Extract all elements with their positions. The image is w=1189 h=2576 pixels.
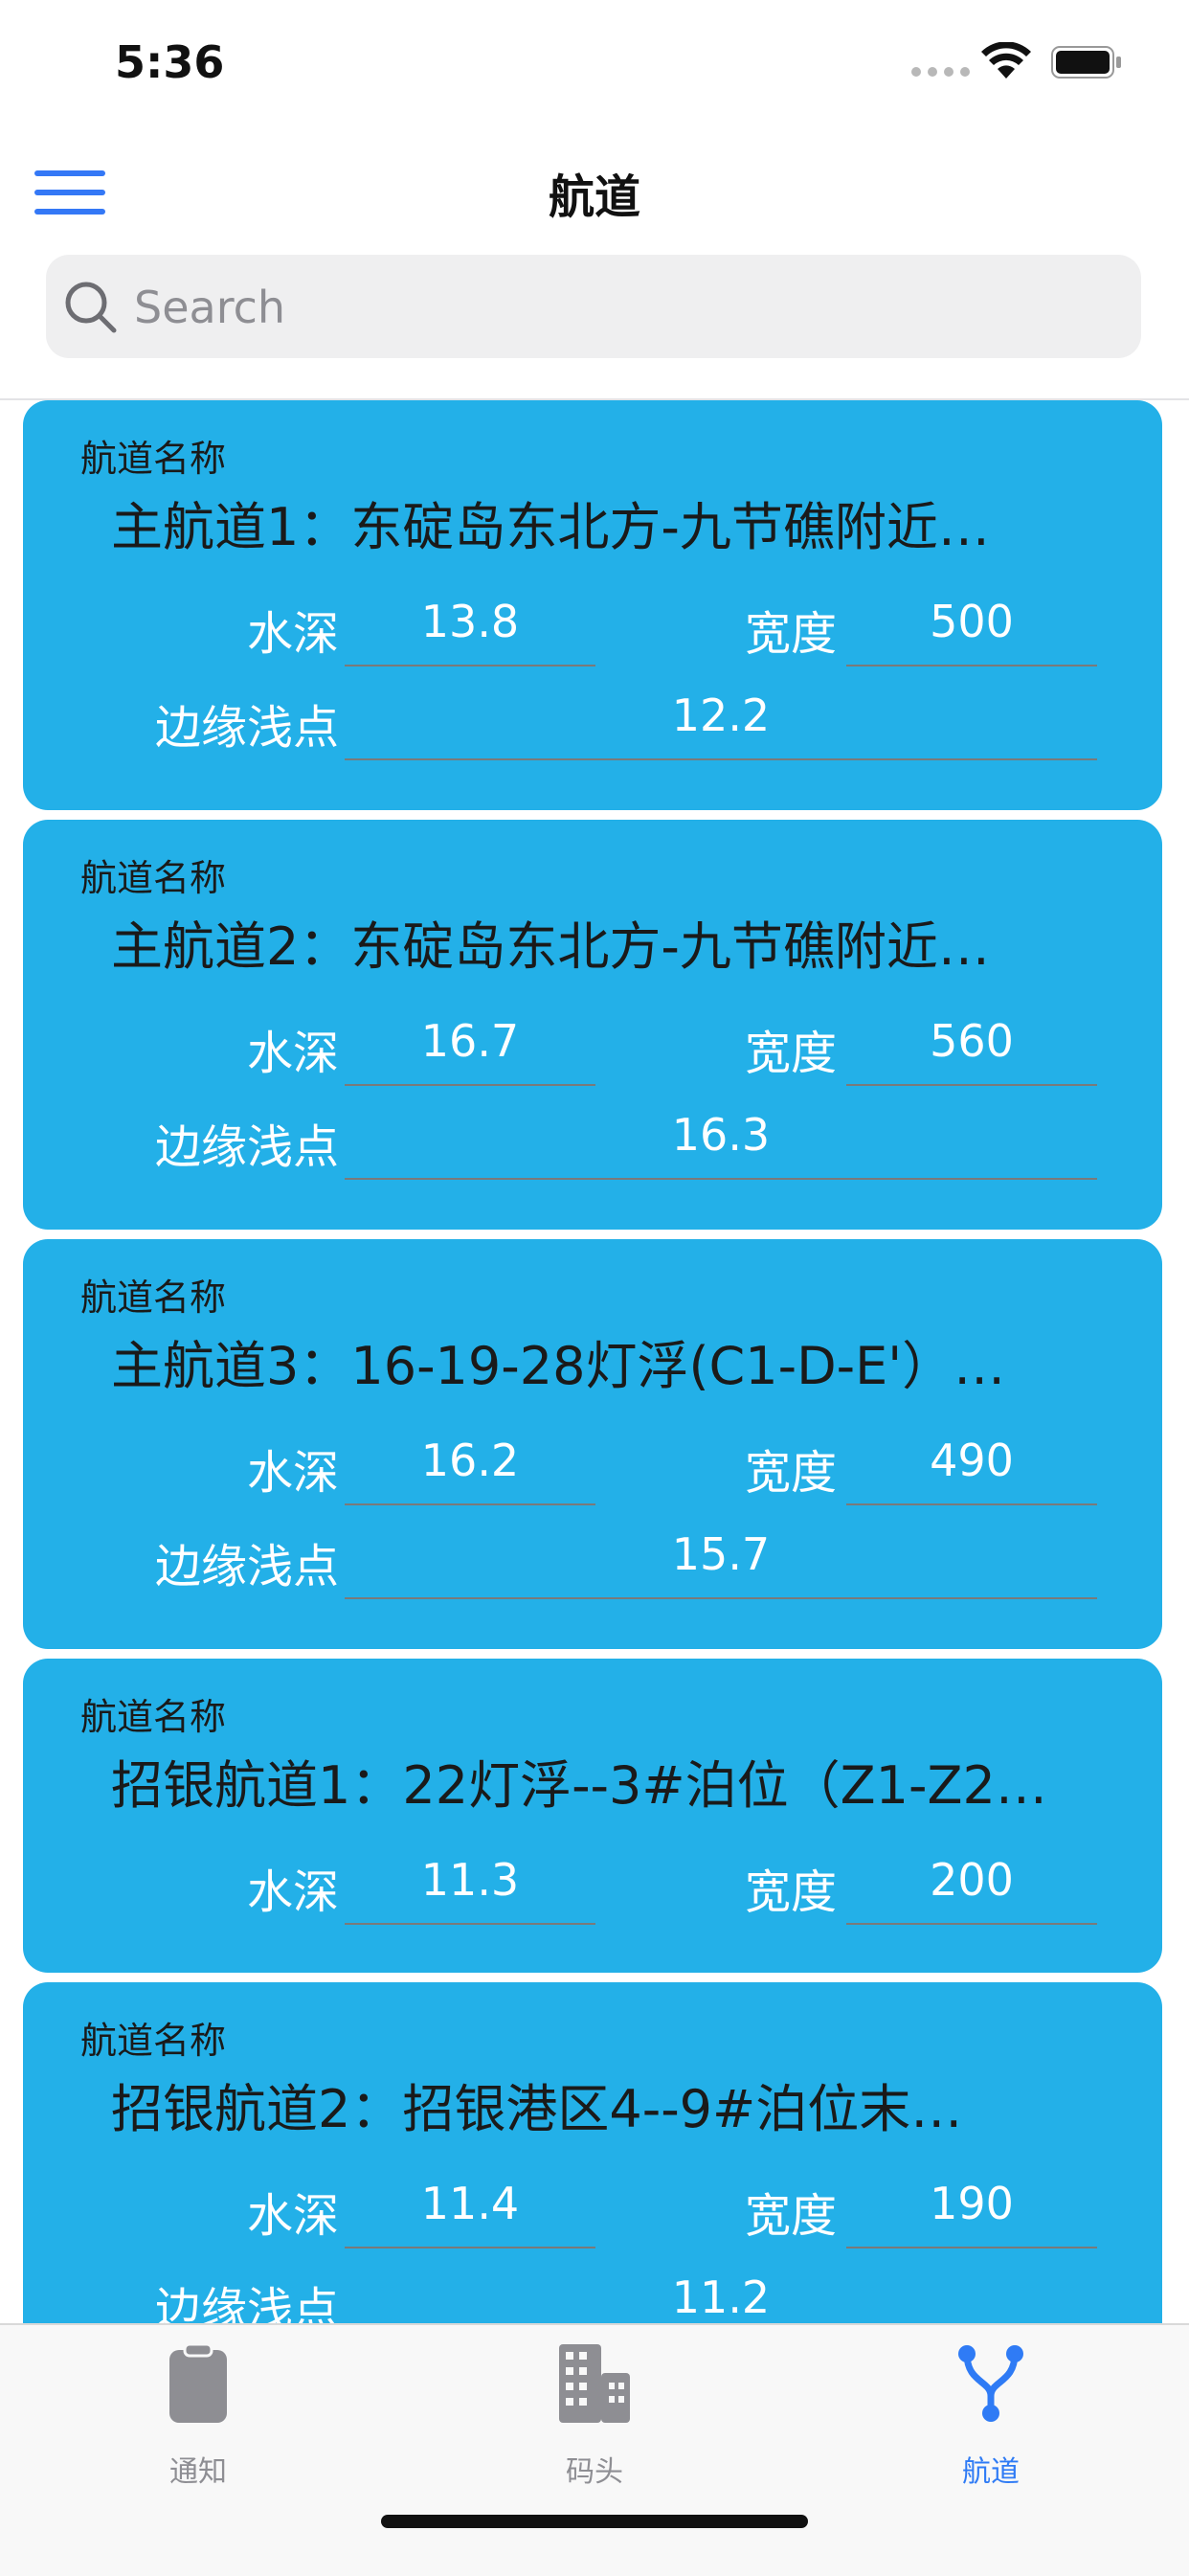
channel-name-label: 航道名称 (80, 438, 227, 480)
channel-name: 招银航道2：招银港区4--9#泊位末… (111, 2079, 963, 2139)
tab-label: 码头 (566, 2455, 623, 2489)
channel-name-label: 航道名称 (80, 1277, 227, 1319)
channel-fork-icon (958, 2345, 1023, 2422)
channel-name: 主航道1：东碇岛东北方-九节礁附近… (111, 497, 990, 557)
depth-value: 11.3 (345, 1854, 595, 1925)
channel-card[interactable]: 航道名称 主航道3：16-19-28灯浮(C1-D-E'）… 水深 16.2 宽… (23, 1239, 1162, 1649)
edge-shallow-value: 15.7 (345, 1528, 1097, 1599)
home-indicator (381, 2515, 808, 2528)
depth-value: 13.8 (345, 596, 595, 667)
tab-label: 通知 (169, 2455, 227, 2489)
depth-label: 水深 (246, 1446, 339, 1500)
channel-name-label: 航道名称 (80, 857, 227, 899)
width-label: 宽度 (744, 1865, 837, 1919)
status-bar: 5:36 (0, 0, 1189, 126)
search-icon (65, 282, 117, 333)
channel-card[interactable]: 航道名称 招银航道1：22灯浮--3#泊位（Z1-Z2… 水深 11.3 宽度 … (23, 1659, 1162, 1973)
channel-name-label: 航道名称 (80, 1696, 227, 1738)
edge-shallow-label: 边缘浅点 (154, 1540, 339, 1593)
edge-shallow-value: 16.3 (345, 1109, 1097, 1180)
depth-label: 水深 (246, 1865, 339, 1919)
width-value: 190 (846, 2178, 1097, 2248)
width-value: 500 (846, 596, 1097, 667)
width-value: 200 (846, 1854, 1097, 1925)
tab-bar: 通知 码头 航道 (0, 2323, 1189, 2576)
depth-value: 16.7 (345, 1015, 595, 1086)
channel-card[interactable]: 航道名称 主航道2：东碇岛东北方-九节礁附近… 水深 16.7 宽度 560 边… (23, 820, 1162, 1230)
width-label: 宽度 (744, 1027, 837, 1080)
width-value: 560 (846, 1015, 1097, 1086)
tab-docks[interactable]: 码头 (396, 2335, 793, 2489)
navigation-bar: 航道 (0, 144, 1189, 239)
clipboard-icon (169, 2342, 227, 2423)
edge-shallow-value: 12.2 (345, 689, 1097, 760)
channel-name: 招银航道1：22灯浮--3#泊位（Z1-Z2… (111, 1755, 1047, 1816)
depth-label: 水深 (246, 607, 339, 661)
status-time: 5:36 (115, 36, 225, 88)
wifi-icon (981, 42, 1031, 79)
edge-shallow-value: 11.2 (345, 2271, 1097, 2323)
depth-label: 水深 (246, 1027, 339, 1080)
building-icon (559, 2344, 630, 2423)
page-title: 航道 (548, 170, 640, 224)
edge-shallow-label: 边缘浅点 (154, 1120, 339, 1174)
cellular-signal-icon (911, 67, 971, 79)
search-bar[interactable] (46, 255, 1141, 358)
edge-shallow-label: 边缘浅点 (154, 2283, 339, 2323)
width-label: 宽度 (744, 2189, 837, 2243)
width-label: 宽度 (744, 1446, 837, 1500)
tab-channels[interactable]: 航道 (793, 2335, 1189, 2489)
width-label: 宽度 (744, 607, 837, 661)
channel-name: 主航道2：东碇岛东北方-九节礁附近… (111, 916, 990, 977)
width-value: 490 (846, 1435, 1097, 1505)
depth-value: 11.4 (345, 2178, 595, 2248)
depth-label: 水深 (246, 2189, 339, 2243)
channel-card[interactable]: 航道名称 主航道1：东碇岛东北方-九节礁附近… 水深 13.8 宽度 500 边… (23, 400, 1162, 810)
search-input[interactable] (132, 278, 1093, 337)
channel-name-label: 航道名称 (80, 2020, 227, 2062)
battery-icon (1051, 46, 1121, 79)
tab-notifications[interactable]: 通知 (0, 2335, 396, 2489)
edge-shallow-label: 边缘浅点 (154, 701, 339, 755)
channel-list[interactable]: 航道名称 主航道1：东碇岛东北方-九节礁附近… 水深 13.8 宽度 500 边… (0, 400, 1189, 2323)
tab-label: 航道 (962, 2455, 1020, 2489)
channel-name: 主航道3：16-19-28灯浮(C1-D-E'）… (111, 1336, 1006, 1396)
channel-card[interactable]: 航道名称 招银航道2：招银港区4--9#泊位末… 水深 11.4 宽度 190 … (23, 1982, 1162, 2323)
depth-value: 16.2 (345, 1435, 595, 1505)
